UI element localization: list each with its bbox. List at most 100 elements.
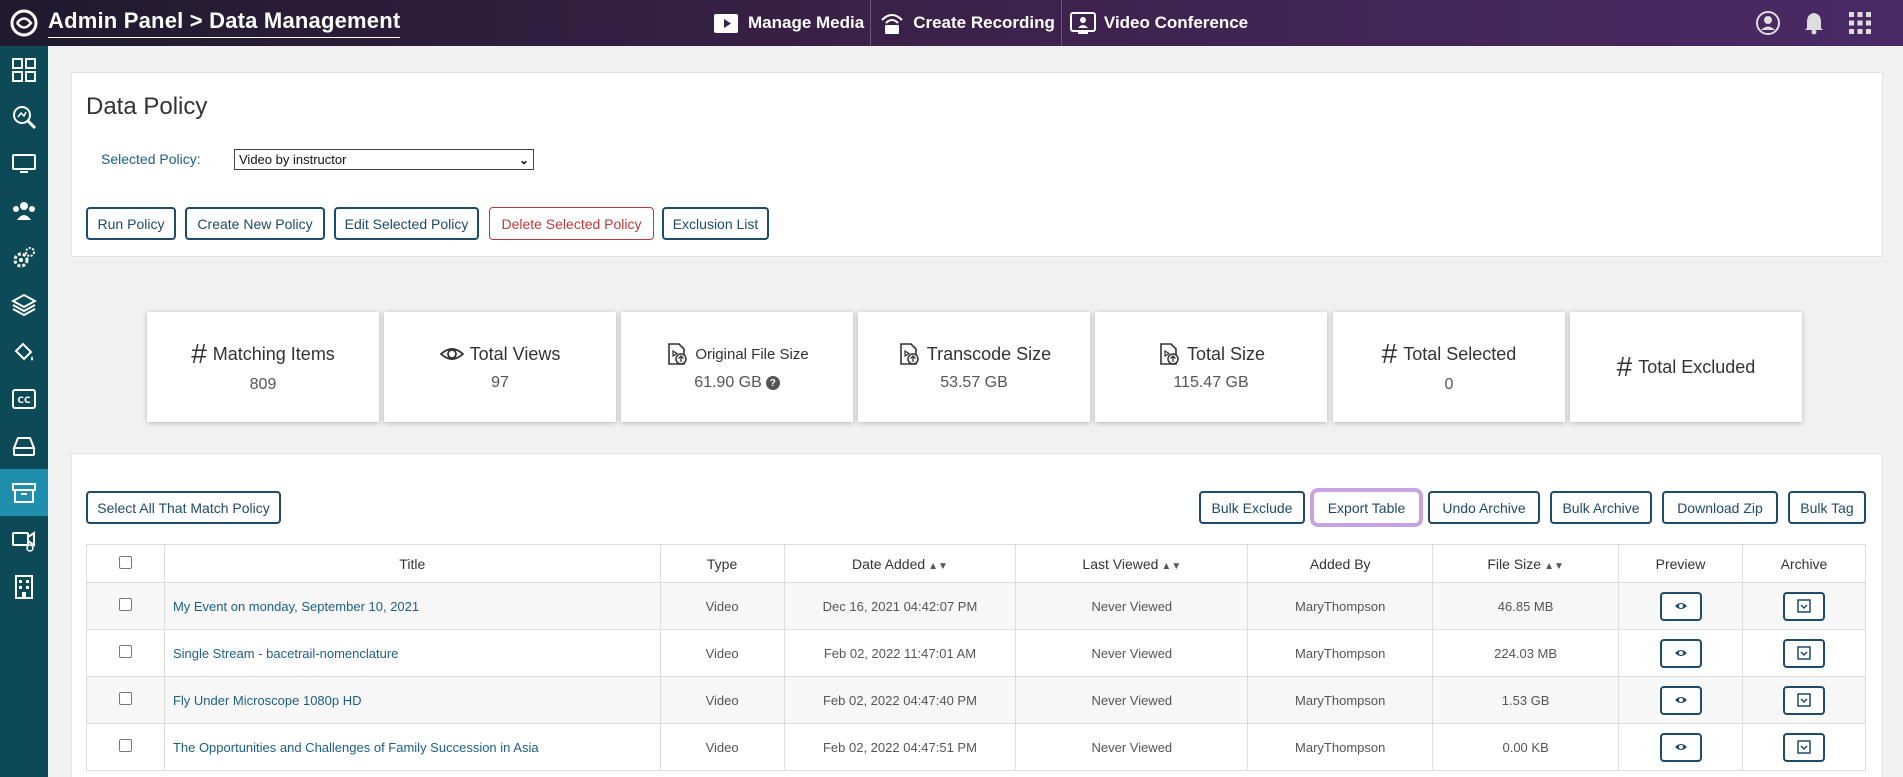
stat-label: Total Views <box>469 343 561 364</box>
sidebar: CC <box>0 46 48 777</box>
sidebar-item-archive[interactable] <box>0 469 48 516</box>
page-title: Data Policy <box>86 93 208 120</box>
logo-icon[interactable] <box>0 0 48 46</box>
edit-policy-button[interactable]: Edit Selected Policy <box>334 207 479 240</box>
sidebar-item-users[interactable] <box>0 187 48 234</box>
sidebar-item-theme[interactable] <box>0 328 48 375</box>
sidebar-item-storage[interactable] <box>0 422 48 469</box>
row-checkbox[interactable] <box>118 598 132 611</box>
row-last-viewed: Never Viewed <box>1015 582 1249 630</box>
video-conference-label: Video Conference <box>1103 13 1249 32</box>
archive-button[interactable] <box>1783 732 1825 762</box>
search-analytics-icon <box>13 105 37 129</box>
sidebar-item-video-settings[interactable] <box>0 516 48 563</box>
video-conference-button[interactable]: Video Conference <box>1062 0 1254 46</box>
row-type: Video <box>659 676 785 724</box>
archive-button[interactable] <box>1783 591 1825 621</box>
row-checkbox[interactable] <box>118 739 132 752</box>
building-icon <box>15 574 33 599</box>
column-header-preview: Preview <box>1618 544 1743 583</box>
sidebar-item-layers[interactable] <box>0 281 48 328</box>
row-date-added: Feb 02, 2022 11:47:01 AM <box>783 629 1017 677</box>
row-added-by: MaryThompson <box>1247 723 1434 771</box>
row-title[interactable]: Single Stream - bacetrail-nomenclature <box>163 629 661 677</box>
eye-icon <box>1674 603 1687 609</box>
stat-label: Total Size <box>1186 343 1266 364</box>
download-zip-button[interactable]: Download Zip <box>1662 491 1778 524</box>
bell-icon[interactable] <box>1801 10 1827 36</box>
row-checkbox-cell <box>86 629 165 677</box>
row-checkbox[interactable] <box>118 645 132 658</box>
column-header-date-added[interactable]: Date Added ▲▼ <box>783 544 1017 583</box>
paint-bucket-icon <box>14 342 33 361</box>
bulk-exclude-button[interactable]: Bulk Exclude <box>1199 491 1305 524</box>
undo-archive-button[interactable]: Undo Archive <box>1428 491 1540 524</box>
row-last-viewed: Never Viewed <box>1015 723 1249 771</box>
row-title[interactable]: My Event on monday, September 10, 2021 <box>163 582 661 630</box>
stat-card-total-size: Total Size 115.47 GB <box>1095 312 1327 422</box>
bulk-tag-button[interactable]: Bulk Tag <box>1788 491 1866 524</box>
column-header-file-size[interactable]: File Size ▲▼ <box>1432 544 1620 583</box>
preview-button[interactable] <box>1659 591 1702 621</box>
archive-icon <box>1797 740 1811 754</box>
sidebar-item-settings[interactable] <box>0 234 48 281</box>
preview-button[interactable] <box>1659 685 1702 715</box>
column-header-last-viewed[interactable]: Last Viewed ▲▼ <box>1015 544 1249 583</box>
sidebar-item-dashboard[interactable] <box>0 46 48 93</box>
stat-card-excluded: # Total Excluded <box>1570 312 1802 422</box>
delete-policy-button[interactable]: Delete Selected Policy <box>489 207 654 240</box>
user-icon[interactable] <box>1755 10 1781 36</box>
breadcrumb[interactable]: Admin Panel > Data Management <box>48 8 401 38</box>
sidebar-item-monitor[interactable] <box>0 140 48 187</box>
stat-value: 809 <box>249 376 277 393</box>
stat-card-original-size: Original File Size 61.90 GB? <box>621 312 853 422</box>
manage-media-button[interactable]: Manage Media <box>706 0 872 46</box>
sort-icon: ▲▼ <box>1544 560 1564 572</box>
select-all-checkbox[interactable] <box>118 555 132 569</box>
stat-label: Original File Size <box>695 345 809 363</box>
row-last-viewed: Never Viewed <box>1015 676 1249 724</box>
select-all-checkbox-cell <box>86 544 165 583</box>
row-type: Video <box>659 723 785 771</box>
archive-box-icon <box>12 482 36 503</box>
row-type: Video <box>659 629 785 677</box>
column-header-added-by[interactable]: Added By <box>1247 544 1434 583</box>
chevron-down-icon: ⌄ <box>518 152 529 167</box>
row-title[interactable]: Fly Under Microscope 1080p HD <box>163 676 661 724</box>
run-policy-button[interactable]: Run Policy <box>86 207 176 240</box>
stat-card-transcode-size: Transcode Size 53.57 GB <box>858 312 1090 422</box>
hash-icon: # <box>1616 351 1633 382</box>
export-table-button[interactable]: Export Table <box>1310 488 1423 527</box>
exclusion-list-button[interactable]: Exclusion List <box>662 207 769 240</box>
row-file-size: 46.85 MB <box>1432 582 1620 630</box>
preview-button[interactable] <box>1659 638 1702 668</box>
table-row: My Event on monday, September 10, 2021 V… <box>86 582 1866 630</box>
row-title[interactable]: The Opportunities and Challenges of Fami… <box>163 723 661 771</box>
sidebar-item-organization[interactable] <box>0 563 48 610</box>
create-policy-button[interactable]: Create New Policy <box>185 207 325 240</box>
row-date-added: Feb 02, 2022 04:47:51 PM <box>783 723 1017 771</box>
row-checkbox[interactable] <box>118 692 132 705</box>
row-type: Video <box>659 582 785 630</box>
column-header-label: Date Added <box>851 555 926 572</box>
bulk-archive-button[interactable]: Bulk Archive <box>1550 491 1652 524</box>
select-all-button[interactable]: Select All That Match Policy <box>86 491 281 524</box>
policy-select[interactable]: Video by instructor ⌄ <box>234 149 534 170</box>
sidebar-item-captions[interactable]: CC <box>0 375 48 422</box>
row-checkbox-cell <box>86 676 165 724</box>
archive-button[interactable] <box>1783 638 1825 668</box>
row-checkbox-cell <box>86 723 165 771</box>
help-icon[interactable]: ? <box>765 376 780 390</box>
create-recording-button[interactable]: Create Recording <box>871 0 1062 46</box>
column-header-title[interactable]: Title <box>163 544 661 583</box>
media-icon <box>714 14 738 33</box>
table-header-row: Title Type Date Added ▲▼ Last Viewed ▲▼ Ad… <box>86 544 1866 583</box>
create-recording-label: Create Recording <box>913 13 1055 32</box>
column-header-type[interactable]: Type <box>659 544 785 583</box>
archive-button[interactable] <box>1783 685 1825 715</box>
sidebar-item-search[interactable] <box>0 93 48 140</box>
file-upload-icon <box>899 343 919 365</box>
manage-media-label: Manage Media <box>748 13 865 32</box>
preview-button[interactable] <box>1659 732 1702 762</box>
apps-grid-icon[interactable] <box>1847 10 1873 36</box>
